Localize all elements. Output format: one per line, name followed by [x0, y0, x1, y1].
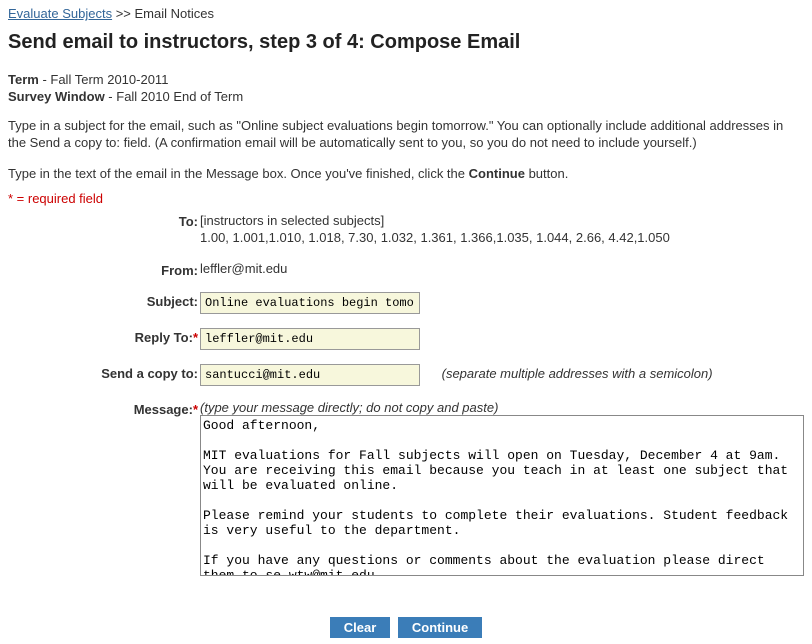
required-note: * = required field [8, 191, 804, 206]
subject-input[interactable] [200, 292, 420, 314]
window-value: Fall 2010 End of Term [116, 89, 243, 104]
message-textarea[interactable] [200, 415, 804, 576]
page-title: Send email to instructors, step 3 of 4: … [8, 31, 804, 54]
button-bar: Clear Continue [8, 617, 804, 638]
breadcrumb-sep: >> [116, 6, 131, 21]
instructions-2b: Continue [469, 166, 525, 181]
from-value: leffler@mit.edu [200, 261, 287, 276]
message-hint: (type your message directly; do not copy… [200, 400, 804, 415]
clear-button[interactable]: Clear [330, 617, 391, 638]
window-line: Survey Window - Fall 2010 End of Term [8, 89, 804, 104]
instructions-2c: button. [525, 166, 568, 181]
instructions-1: Type in a subject for the email, such as… [8, 118, 804, 152]
from-label: From: [8, 261, 198, 278]
window-label: Survey Window [8, 89, 105, 104]
message-label: Message:* [8, 400, 198, 417]
breadcrumb: Evaluate Subjects >> Email Notices [8, 6, 804, 21]
breadcrumb-current: Email Notices [135, 6, 214, 21]
continue-button[interactable]: Continue [398, 617, 482, 638]
to-value-line2: 1.00, 1.001,1.010, 1.018, 7.30, 1.032, 1… [200, 229, 670, 247]
term-line: Term - Fall Term 2010-2011 [8, 72, 804, 87]
term-label: Term [8, 72, 39, 87]
instructions-2a: Type in the text of the email in the Mes… [8, 166, 469, 181]
copy-to-label: Send a copy to: [8, 364, 198, 381]
copy-to-input[interactable] [200, 364, 420, 386]
reply-to-label: Reply To:* [8, 328, 198, 345]
subject-label: Subject: [8, 292, 198, 309]
instructions-2: Type in the text of the email in the Mes… [8, 166, 804, 181]
term-value: Fall Term 2010-2011 [50, 72, 168, 87]
to-label: To: [8, 212, 198, 229]
copy-to-hint: (separate multiple addresses with a semi… [442, 366, 713, 381]
to-value-line1: [instructors in selected subjects] [200, 212, 670, 230]
breadcrumb-link[interactable]: Evaluate Subjects [8, 6, 112, 21]
reply-to-input[interactable] [200, 328, 420, 350]
